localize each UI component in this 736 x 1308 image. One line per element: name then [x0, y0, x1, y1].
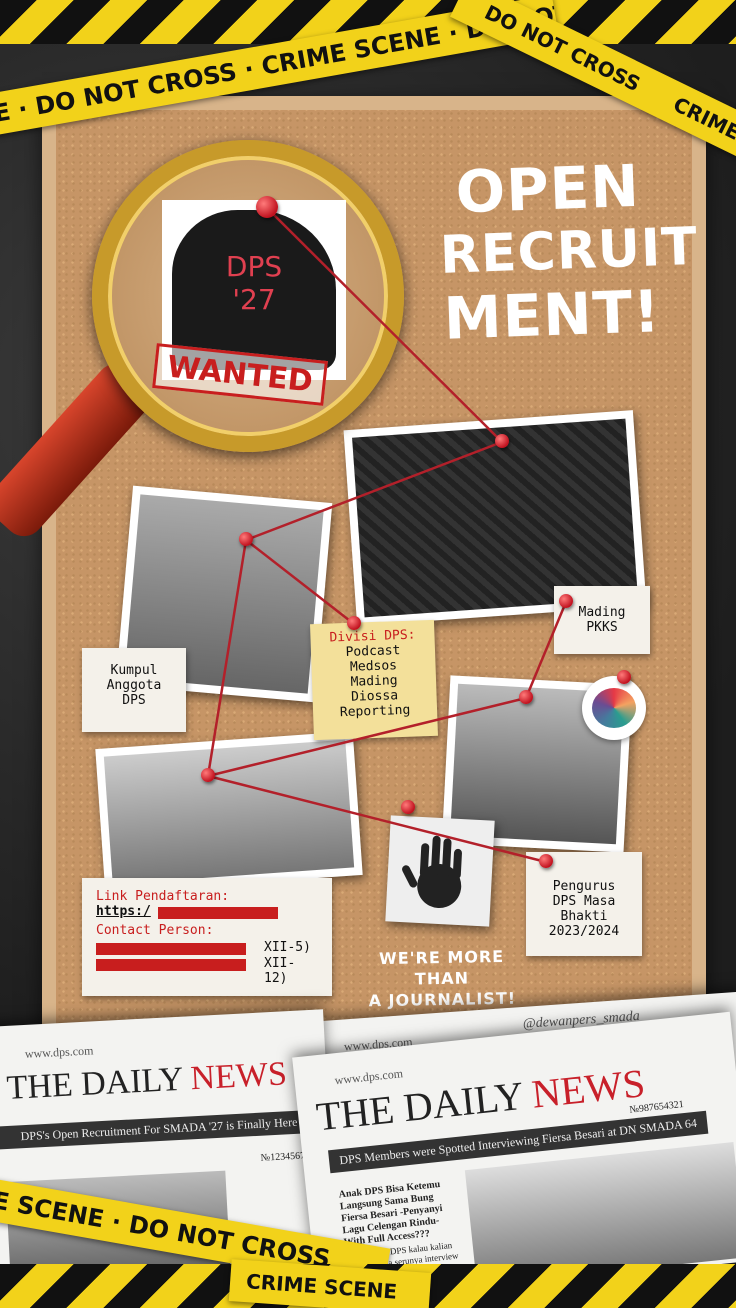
note-registration: Link Pendaftaran: https:/ Contact Person…: [82, 878, 332, 996]
pin: [201, 768, 215, 782]
pin: [519, 690, 533, 704]
redaction-bar: [96, 942, 246, 955]
tagline: WE'RE MORE THAN A JOURNALIST!: [368, 946, 517, 1010]
pin: [539, 854, 553, 868]
redaction-bar: [96, 958, 246, 971]
pin: [495, 434, 509, 448]
pin: [559, 594, 573, 608]
pin: [401, 800, 415, 814]
handprint-icon: [402, 835, 462, 908]
headline: OPEN RECRUIT MENT!: [439, 151, 699, 353]
redaction-bar: [158, 906, 278, 919]
note-kumpul: Kumpul Anggota DPS: [82, 648, 186, 732]
handprint-card: [385, 815, 495, 927]
pin: [239, 532, 253, 546]
pin: [617, 670, 631, 684]
pin: [256, 196, 278, 218]
magnifying-glass: DPS '27 WANTED: [92, 140, 404, 452]
pin: [347, 616, 361, 630]
dewan-pers-logo: [582, 676, 646, 740]
note-divisi: Divisi DPS: Podcast Medsos Mading Diossa R…: [310, 619, 438, 741]
photo-class: [95, 731, 363, 893]
